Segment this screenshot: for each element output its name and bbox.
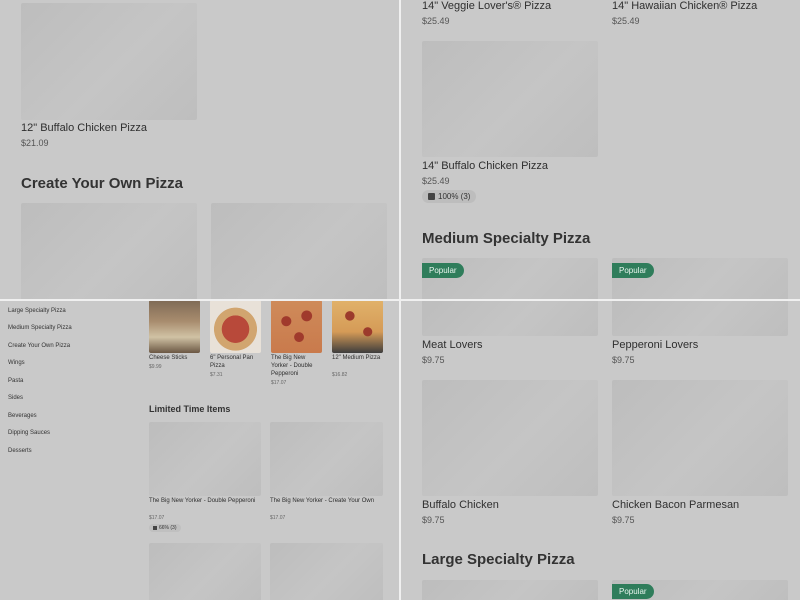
sidebar-item[interactable]: Dipping Sauces <box>8 430 50 436</box>
item-name[interactable]: 14" Veggie Lover's® Pizza <box>422 0 551 12</box>
sidebar-item[interactable]: Large Specialty Pizza <box>8 308 66 314</box>
item-price: $25.49 <box>422 176 450 186</box>
item-name[interactable]: Meat Lovers <box>422 339 483 351</box>
panel-bottom-right: Meat Lovers $9.75 Pepperoni Lovers $9.75… <box>400 300 800 600</box>
item-price: $17.07 <box>271 380 287 386</box>
item-image[interactable] <box>21 203 197 300</box>
item-name[interactable]: 12" Medium Pizza <box>332 354 384 362</box>
item-price: $9.75 <box>612 355 635 365</box>
food-image[interactable] <box>149 300 200 353</box>
item-image[interactable] <box>422 300 598 336</box>
item-image[interactable] <box>149 543 261 600</box>
item-image[interactable] <box>149 422 261 496</box>
item-name[interactable]: Pepperoni Lovers <box>612 339 698 351</box>
section-title: Limited Time Items <box>149 404 231 414</box>
item-name[interactable]: Cheese Sticks <box>149 354 201 362</box>
popular-badge: Popular <box>612 263 654 278</box>
sidebar-item[interactable]: Beverages <box>8 413 37 419</box>
item-image[interactable] <box>422 580 598 600</box>
item-image[interactable] <box>612 300 788 336</box>
item-name[interactable]: 12" Buffalo Chicken Pizza <box>21 122 147 134</box>
item-price: $17.07 <box>149 515 165 521</box>
item-image[interactable] <box>21 3 197 120</box>
panel-bottom-left: Large Specialty Pizza Medium Specialty P… <box>0 300 400 600</box>
popular-badge: Popular <box>612 584 654 599</box>
item-name[interactable]: The Big New Yorker - Double Pepperoni <box>149 497 261 505</box>
sidebar-item[interactable]: Sides <box>8 395 23 401</box>
item-image[interactable] <box>270 422 383 496</box>
item-image[interactable] <box>270 543 383 600</box>
item-price: $9.99 <box>149 364 162 370</box>
item-price: $9.75 <box>422 355 445 365</box>
item-price: $9.75 <box>422 515 445 525</box>
rating-text: 100% (3) <box>438 192 471 201</box>
rating-text: 66% (3) <box>159 525 177 531</box>
panel-top-left: 12" Buffalo Chicken Pizza $21.09 Create … <box>0 0 400 300</box>
food-image[interactable] <box>332 300 383 353</box>
sidebar-item[interactable]: Create Your Own Pizza <box>8 343 70 349</box>
sidebar-item[interactable]: Desserts <box>8 448 32 454</box>
item-price: $9.75 <box>612 515 635 525</box>
food-image[interactable] <box>271 300 322 353</box>
sidebar-item[interactable]: Medium Specialty Pizza <box>8 325 72 331</box>
sidebar-item[interactable]: Wings <box>8 360 25 366</box>
item-name[interactable]: The Big New Yorker - Create Your Own <box>270 497 382 505</box>
item-name[interactable]: Chicken Bacon Parmesan <box>612 499 739 511</box>
divider <box>0 299 800 301</box>
item-name[interactable]: Buffalo Chicken <box>422 499 499 511</box>
section-title: Create Your Own Pizza <box>21 175 183 192</box>
item-price: $25.49 <box>612 16 640 26</box>
item-price: $16.82 <box>332 372 348 378</box>
item-image[interactable] <box>422 380 598 496</box>
item-price: $17.07 <box>270 515 286 521</box>
item-name[interactable]: The Big New Yorker - Double Pepperoni <box>271 354 323 378</box>
sidebar-item[interactable]: Pasta <box>8 378 23 384</box>
item-price: $25.49 <box>422 16 450 26</box>
section-title: Large Specialty Pizza <box>422 551 575 568</box>
item-name[interactable]: 6" Personal Pan Pizza <box>210 354 262 370</box>
section-title: Medium Specialty Pizza <box>422 230 591 247</box>
item-name[interactable]: 14" Buffalo Chicken Pizza <box>422 160 548 172</box>
rating-badge: 66% (3) <box>149 524 181 532</box>
item-image[interactable] <box>612 380 788 496</box>
thumbs-up-icon <box>153 526 157 530</box>
item-price: $21.09 <box>21 138 49 148</box>
item-image[interactable] <box>422 41 598 157</box>
popular-badge: Popular <box>422 263 464 278</box>
item-price: $7.31 <box>210 372 223 378</box>
thumbs-up-icon <box>428 193 435 200</box>
item-image[interactable] <box>211 203 387 300</box>
food-image[interactable] <box>210 300 261 353</box>
item-name[interactable]: 14" Hawaiian Chicken® Pizza <box>612 0 757 12</box>
rating-badge: 100% (3) <box>422 190 477 203</box>
panel-top-right: 14" Veggie Lover's® Pizza $25.49 14" Haw… <box>400 0 800 300</box>
